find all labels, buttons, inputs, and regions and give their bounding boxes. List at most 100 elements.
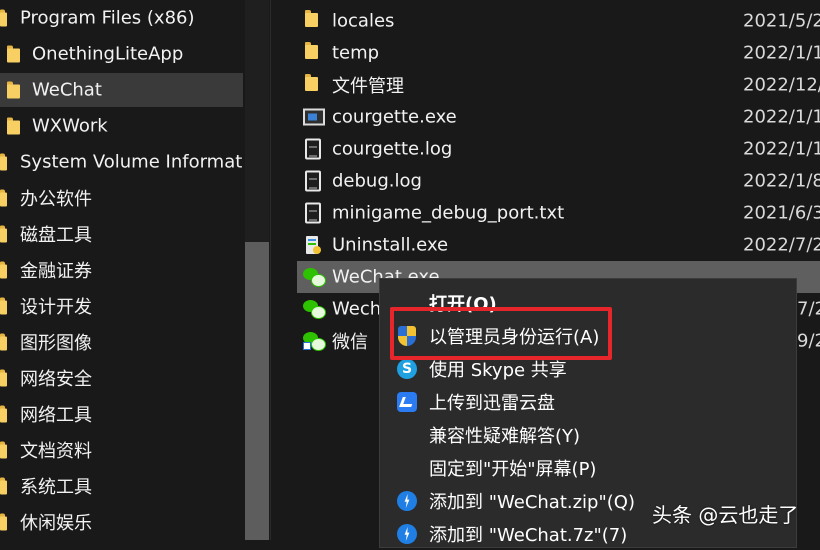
nav-item-label: Program Files (x86) xyxy=(20,7,195,29)
nav-item-label: WXWork xyxy=(32,115,108,137)
bandizip-icon xyxy=(397,524,417,544)
file-date: 9/2 xyxy=(797,330,820,352)
file-date: 2022/12/ xyxy=(743,74,820,96)
file-row-uninstall-exe[interactable]: Uninstall.exe 2022/7/2 xyxy=(297,229,820,261)
nav-item-label: 文档资料 xyxy=(20,441,92,462)
nav-item-network-tools[interactable]: 网络工具 xyxy=(0,397,243,431)
nav-item-label: 金融证券 xyxy=(20,261,92,282)
file-name: Wech xyxy=(332,298,382,320)
nav-scrollbar-thumb[interactable] xyxy=(245,242,269,540)
menu-item-label: 固定到"开始"屏幕(P) xyxy=(429,459,597,480)
document-icon xyxy=(305,170,321,192)
file-date: 2022/7/2 xyxy=(743,234,820,256)
nav-item-office-software[interactable]: 办公软件 xyxy=(0,181,243,215)
file-name: Uninstall.exe xyxy=(332,234,449,256)
nav-item-wxwork[interactable]: WXWork xyxy=(0,109,243,143)
file-date: 2022/1/1 xyxy=(743,138,820,160)
folder-icon xyxy=(305,74,325,96)
file-name: 文件管理 xyxy=(332,76,404,97)
nav-item-onethingliteapp[interactable]: OnethingLiteApp xyxy=(0,37,243,71)
file-date: 2022/1/8 xyxy=(743,170,820,192)
nav-item-system-volume-information[interactable]: System Volume Informatic xyxy=(0,145,243,179)
file-row-minigame-debug-port[interactable]: minigame_debug_port.txt 2021/6/3 xyxy=(297,197,820,229)
file-date: 2022/1/1 xyxy=(743,106,820,128)
watermark: 头条 @云也走了 xyxy=(652,503,799,527)
nav-item-system-tools[interactable]: 系统工具 xyxy=(0,469,243,503)
folder-icon xyxy=(7,45,20,63)
file-name: temp xyxy=(332,42,380,64)
nav-item-label: 网络安全 xyxy=(20,369,92,390)
menu-item-pin-to-start[interactable]: 固定到"开始"屏幕(P) xyxy=(380,452,796,484)
exe-icon xyxy=(303,108,325,126)
menu-item-upload-xunlei[interactable]: 上传到迅雷云盘 xyxy=(380,386,796,418)
skype-icon: S xyxy=(397,359,417,379)
wechat-icon xyxy=(303,267,326,287)
bandizip-icon xyxy=(397,491,417,511)
nav-item-label: 图形图像 xyxy=(20,333,92,354)
wechat-icon xyxy=(303,299,326,319)
file-row-file-management[interactable]: 文件管理 2022/12/ xyxy=(297,69,820,101)
folder-icon xyxy=(0,9,7,27)
annotation-highlight-box xyxy=(390,307,612,360)
nav-item-wechat[interactable]: WeChat xyxy=(0,73,243,107)
folder-icon xyxy=(0,153,7,171)
file-date: 2021/6/3 xyxy=(743,202,820,224)
file-date: 7/2 xyxy=(797,298,820,320)
nav-item-graphics[interactable]: 图形图像 xyxy=(0,325,243,359)
folder-icon xyxy=(7,117,20,135)
xunlei-icon xyxy=(397,392,417,412)
file-row-courgette-exe[interactable]: courgette.exe 2022/1/1 xyxy=(297,101,820,133)
wechat-shortcut-icon xyxy=(303,331,326,351)
folder-icon xyxy=(305,42,325,64)
menu-item-compatibility-troubleshoot[interactable]: 兼容性疑难解答(Y) xyxy=(380,419,796,451)
folder-icon xyxy=(0,297,7,315)
nav-item-design-dev[interactable]: 设计开发 xyxy=(0,289,243,323)
document-icon xyxy=(305,202,321,224)
nav-item-label: 系统工具 xyxy=(20,477,92,498)
menu-item-label: 上传到迅雷云盘 xyxy=(429,393,555,414)
folder-icon xyxy=(0,333,7,351)
file-date: 2021/5/2 xyxy=(743,10,820,32)
nav-item-label: 休闲娱乐 xyxy=(20,513,92,534)
file-row-locales[interactable]: locales 2021/5/2 xyxy=(297,5,820,37)
folder-icon xyxy=(0,405,7,423)
folder-icon xyxy=(0,369,7,387)
nav-item-disk-tools[interactable]: 磁盘工具 xyxy=(0,217,243,251)
nav-item-program-files-x86[interactable]: Program Files (x86) xyxy=(0,1,243,35)
nav-item-label: System Volume Informatic xyxy=(20,151,243,173)
nav-item-label: 办公软件 xyxy=(20,189,92,210)
file-name: courgette.log xyxy=(332,138,453,160)
file-name: debug.log xyxy=(332,170,422,192)
nav-item-network-security[interactable]: 网络安全 xyxy=(0,361,243,395)
folder-icon xyxy=(0,441,7,459)
folder-icon xyxy=(7,81,20,99)
nav-item-label: WeChat xyxy=(32,79,102,101)
file-name: 微信 xyxy=(332,332,368,353)
nav-item-label: 磁盘工具 xyxy=(20,225,92,246)
file-name: minigame_debug_port.txt xyxy=(332,202,565,224)
file-row-temp[interactable]: temp 2022/1/1 xyxy=(297,37,820,69)
menu-item-label: 兼容性疑难解答(Y) xyxy=(429,426,581,447)
navigation-pane: Program Files (x86) OnethingLiteApp WeCh… xyxy=(0,0,270,540)
folder-icon xyxy=(0,477,7,495)
document-icon xyxy=(305,138,321,160)
file-date: 2022/1/1 xyxy=(743,42,820,64)
uninstall-icon xyxy=(303,234,323,256)
nav-item-label: 设计开发 xyxy=(20,297,92,318)
nav-item-label: 网络工具 xyxy=(20,405,92,426)
file-name: locales xyxy=(332,10,395,32)
nav-item-documents[interactable]: 文档资料 xyxy=(0,433,243,467)
nav-item-label: OnethingLiteApp xyxy=(32,43,184,65)
menu-item-label: 添加到 "WeChat.zip"(Q) xyxy=(429,492,635,513)
file-name: courgette.exe xyxy=(332,106,457,128)
folder-icon xyxy=(305,10,325,32)
folder-icon xyxy=(0,189,7,207)
file-row-courgette-log[interactable]: courgette.log 2022/1/1 xyxy=(297,133,820,165)
menu-item-label: 添加到 "WeChat.7z"(7) xyxy=(429,525,628,546)
file-row-debug-log[interactable]: debug.log 2022/1/8 xyxy=(297,165,820,197)
folder-icon xyxy=(0,261,7,279)
folder-icon xyxy=(0,225,7,243)
folder-icon xyxy=(0,513,7,531)
nav-item-finance[interactable]: 金融证券 xyxy=(0,253,243,287)
nav-item-entertainment[interactable]: 休闲娱乐 xyxy=(0,505,243,539)
